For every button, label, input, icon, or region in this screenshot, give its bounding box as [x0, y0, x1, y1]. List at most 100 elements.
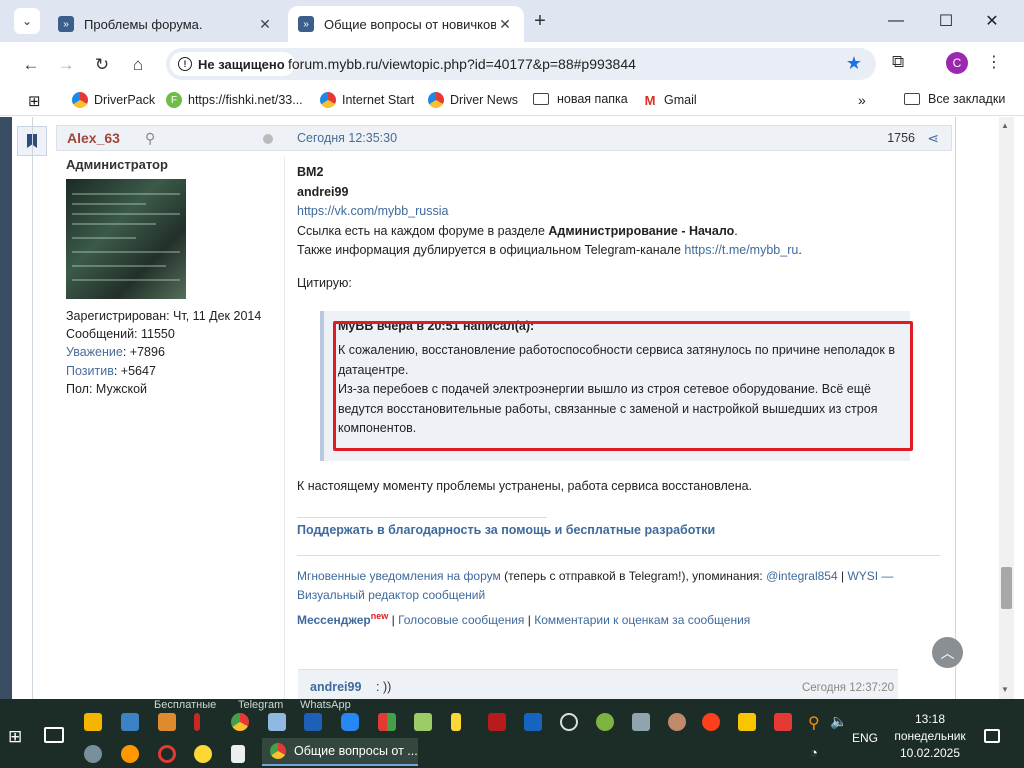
notification-icon[interactable] — [984, 729, 1000, 743]
app-icon[interactable] — [194, 745, 212, 763]
menu-kebab-icon[interactable]: ⋮ — [986, 52, 1002, 72]
app-icon[interactable] — [668, 713, 686, 731]
scroll-down-arrow-icon[interactable]: ▼ — [1001, 685, 1009, 694]
reload-button[interactable]: ↻ — [89, 52, 115, 78]
gmail-icon: M — [644, 92, 656, 108]
search-icon[interactable]: ⚲ — [145, 130, 155, 147]
post-author-link[interactable]: Alex_63 — [67, 130, 120, 146]
offline-status-icon — [263, 134, 273, 144]
scroll-to-top-button[interactable]: ︿ — [932, 637, 963, 668]
archive-icon[interactable] — [451, 713, 461, 731]
close-window-button[interactable]: ✕ — [972, 8, 1012, 34]
share-icon[interactable]: ⋖ — [927, 130, 939, 147]
vk-icon[interactable] — [341, 713, 359, 731]
more-bookmarks-chevron-icon[interactable]: » — [858, 92, 866, 108]
clock[interactable]: 13:18 понедельник 10.02.2025 — [888, 711, 972, 762]
task-view-icon[interactable] — [44, 727, 64, 743]
bookmark-driverpack[interactable]: DriverPack — [72, 92, 155, 108]
tab-newbie-questions[interactable]: » Общие вопросы от новичков ✕ — [288, 6, 524, 42]
app-icon[interactable] — [560, 713, 578, 731]
calculator-icon[interactable] — [268, 713, 286, 731]
app-icon[interactable] — [121, 745, 139, 763]
avatar[interactable] — [66, 179, 186, 299]
volume-icon[interactable]: 🔈 — [830, 713, 848, 731]
security-chip[interactable]: ! Не защищено — [170, 52, 295, 76]
notifications-link[interactable]: Мгновенные уведомления на форум — [297, 569, 501, 583]
app-icon[interactable] — [84, 745, 102, 763]
signature-divider — [297, 555, 940, 556]
back-button[interactable]: ← — [18, 52, 44, 78]
close-icon[interactable]: ✕ — [496, 16, 514, 33]
file-icon[interactable] — [231, 745, 245, 763]
wifi-icon[interactable]: ◔ — [810, 745, 828, 763]
tab-search-button[interactable]: ⌄ — [14, 8, 40, 34]
notepad-icon[interactable] — [414, 713, 432, 731]
bookmark-gmail[interactable]: M Gmail — [642, 92, 697, 108]
forward-button[interactable]: → — [53, 52, 79, 78]
file-explorer-icon[interactable] — [84, 713, 102, 731]
page-scrollbar[interactable]: ▲ ▼ — [999, 117, 1014, 699]
this-pc-icon[interactable] — [121, 713, 139, 731]
peek-label: Telegram — [238, 699, 284, 711]
registered-date: Зарегистрирован: Чт, 11 Дек 2014 — [66, 309, 262, 323]
support-link[interactable]: Поддержать в благодарность за помощь и б… — [297, 523, 715, 537]
home-icon: ⌂ — [132, 55, 144, 74]
close-icon[interactable]: ✕ — [256, 16, 274, 33]
app-icon[interactable] — [738, 713, 756, 731]
bookmark-all[interactable]: Все закладки — [904, 92, 1005, 106]
next-post-header: andrei99 : )) Сегодня 12:37:20 — [298, 669, 898, 699]
taskbar-active-window[interactable]: Общие вопросы от ... — [262, 738, 418, 766]
app-icon[interactable] — [194, 713, 200, 731]
apps-grid-icon[interactable]: ⊞ — [28, 92, 41, 110]
post-date-link[interactable]: Сегодня 12:35:30 — [297, 131, 397, 145]
post-line-andrei99: andrei99 — [297, 184, 349, 199]
vk-link[interactable]: https://vk.com/mybb_russia — [297, 204, 448, 218]
forum-page: Alex_63 ⚲ Сегодня 12:35:30 1756 ⋖ Админи… — [0, 117, 1024, 699]
bookmark-driver-news[interactable]: Driver News — [428, 92, 518, 108]
bookmark-star-icon[interactable]: ★ — [846, 53, 862, 74]
app-icon[interactable] — [774, 713, 792, 731]
rating-comments-link[interactable]: Комментарии к оценкам за сообщения — [534, 613, 750, 627]
app-icon[interactable] — [596, 713, 614, 731]
bookmark-folder-new[interactable]: новая папка — [533, 92, 628, 106]
quote-block: MyBB вчера в 20:51 написал(а): К сожален… — [320, 311, 910, 461]
word-icon[interactable] — [304, 713, 322, 731]
app-icon[interactable] — [632, 713, 650, 731]
messenger-link[interactable]: Мессенджерnew — [297, 611, 388, 627]
telegram-link[interactable]: https://t.me/mybb_ru — [684, 243, 798, 257]
gender: Пол: Мужской — [66, 381, 147, 396]
app-icon[interactable] — [378, 713, 396, 731]
address-bar[interactable]: ! Не защищено forum.mybb.ru/viewtopic.ph… — [166, 48, 876, 80]
chevron-down-icon: ⌄ — [21, 14, 33, 28]
minimize-button[interactable]: — — [876, 8, 916, 34]
mention-link[interactable]: @integral854 — [766, 569, 838, 583]
author-info: Зарегистрирован: Чт, 11 Дек 2014 Сообщен… — [66, 307, 280, 398]
home-button[interactable]: ⌂ — [125, 52, 151, 78]
post-body: BM2 andrei99 https://vk.com/mybb_russia … — [297, 163, 937, 293]
yandex-browser-icon[interactable] — [702, 713, 720, 731]
scrollbar-thumb[interactable] — [1001, 567, 1012, 609]
windows-start-icon[interactable]: ⊞ — [8, 727, 26, 746]
language-indicator[interactable]: ENG — [852, 731, 878, 745]
app-icon[interactable] — [158, 713, 176, 731]
respect-link[interactable]: Уважение — [66, 345, 123, 359]
warning-icon: ! — [178, 57, 192, 71]
profile-avatar[interactable]: C — [946, 52, 968, 74]
extensions-icon[interactable]: ⧉ — [892, 52, 904, 72]
maximize-button[interactable]: ☐ — [926, 8, 966, 34]
bookmark-fishki[interactable]: F https://fishki.net/33... — [166, 92, 303, 108]
opera-icon[interactable] — [158, 745, 176, 763]
chrome-icon[interactable] — [231, 713, 249, 731]
voice-messages-link[interactable]: Голосовые сообщения — [398, 613, 524, 627]
url-text[interactable]: forum.mybb.ru/viewtopic.php?id=40177&p=8… — [288, 56, 636, 72]
bookmark-internet-start[interactable]: Internet Start — [320, 92, 414, 108]
app-icon[interactable] — [524, 713, 542, 731]
search-icon[interactable]: ⚲ — [808, 713, 826, 732]
positive-link[interactable]: Позитив — [66, 364, 114, 378]
tab-forum-problems[interactable]: » Проблемы форума. ✕ — [48, 6, 284, 42]
next-post-date[interactable]: Сегодня 12:37:20 — [802, 682, 894, 694]
next-post-author[interactable]: andrei99 — [310, 680, 361, 694]
scroll-up-arrow-icon[interactable]: ▲ — [1001, 121, 1009, 130]
app-icon[interactable] — [488, 713, 506, 731]
new-tab-button[interactable]: + — [528, 10, 552, 34]
